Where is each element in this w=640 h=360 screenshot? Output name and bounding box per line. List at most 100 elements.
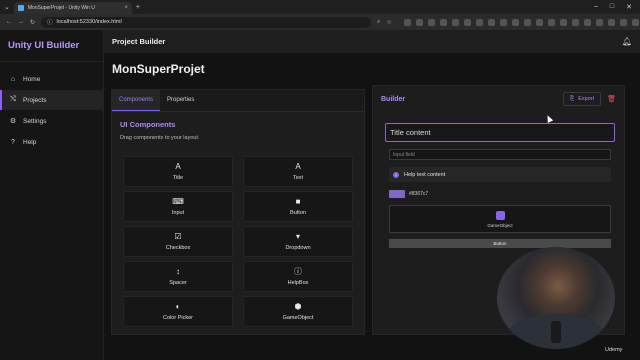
extension-icon[interactable] bbox=[415, 18, 423, 26]
preview-color-picker[interactable]: #8367c7 bbox=[389, 189, 611, 199]
extensions-bar bbox=[403, 18, 640, 26]
site-info-icon[interactable]: ⓘ bbox=[47, 18, 53, 26]
component-label: Title bbox=[172, 174, 184, 181]
projects-icon: ⤭ bbox=[10, 96, 16, 103]
trash-icon[interactable]: 🗑︎ bbox=[607, 95, 616, 103]
back-icon[interactable]: ← bbox=[6, 19, 12, 25]
extension-icon[interactable] bbox=[487, 18, 495, 26]
sidebar-item-settings[interactable]: ⚙ Settings bbox=[0, 111, 103, 131]
title-icon: A bbox=[175, 161, 181, 171]
browser-menu-icon[interactable]: ⌄ bbox=[4, 3, 10, 11]
cube-icon bbox=[495, 210, 505, 220]
minimize-icon[interactable]: – bbox=[594, 3, 598, 11]
component-button[interactable]: ■ Button bbox=[243, 191, 353, 222]
button-icon: ■ bbox=[295, 196, 301, 206]
address-bar[interactable]: ⓘ localhost:52330/index.html bbox=[41, 16, 372, 28]
spacer-icon: ↕ bbox=[176, 266, 180, 276]
reload-icon[interactable]: ↻ bbox=[30, 19, 35, 26]
close-window-icon[interactable]: ✕ bbox=[626, 3, 632, 11]
preview-title[interactable]: Title content bbox=[385, 123, 615, 142]
bell-icon[interactable]: 🔔︎ bbox=[622, 37, 632, 46]
builder-header: Builder ⎘ Export 🗑︎ bbox=[373, 86, 624, 112]
tab-title: MonSuperProjet - Unity Win U bbox=[27, 5, 95, 11]
extension-icon[interactable] bbox=[427, 18, 435, 26]
cube-icon: ⬢ bbox=[294, 301, 302, 311]
extension-icon[interactable] bbox=[607, 18, 615, 26]
new-tab-icon[interactable]: + bbox=[136, 4, 140, 11]
extension-icon[interactable] bbox=[595, 18, 603, 26]
extension-icon[interactable] bbox=[463, 18, 471, 26]
sidebar-item-label: Home bbox=[23, 75, 41, 83]
component-label: Checkbox bbox=[165, 244, 191, 251]
color-hex: #8367c7 bbox=[409, 191, 429, 197]
component-label: Button bbox=[290, 209, 306, 216]
component-spacer[interactable]: ↕ Spacer bbox=[123, 261, 233, 292]
component-text[interactable]: A Text bbox=[243, 156, 353, 187]
components-panel: Components Properties UI Components Drag… bbox=[111, 89, 365, 335]
top-bar: Project Builder 🔔︎ bbox=[104, 30, 640, 53]
tab-components[interactable]: Components bbox=[112, 89, 161, 111]
component-label: Spacer bbox=[169, 279, 187, 286]
component-helpbox[interactable]: ⓘ HelpBox bbox=[243, 261, 353, 292]
preview-gameobject[interactable]: GameObject bbox=[389, 205, 611, 233]
extension-icon[interactable] bbox=[619, 18, 627, 26]
extension-icon[interactable] bbox=[559, 18, 567, 26]
component-gameobject[interactable]: ⬢ GameObject bbox=[243, 296, 353, 327]
extension-icon[interactable] bbox=[523, 18, 531, 26]
component-label: GameObject bbox=[282, 314, 314, 321]
sidebar-item-label: Help bbox=[23, 138, 37, 146]
preview-helpbox[interactable]: i Help text content bbox=[389, 167, 611, 182]
preview-input-field[interactable]: Input field bbox=[389, 149, 611, 160]
extension-icon[interactable] bbox=[403, 18, 411, 26]
component-label: HelpBox bbox=[287, 279, 309, 286]
component-label: Input bbox=[171, 209, 185, 216]
components-heading: UI Components bbox=[120, 120, 176, 129]
browser-tab[interactable]: MonSuperProjet - Unity Win U × bbox=[13, 2, 132, 14]
extension-icon[interactable] bbox=[631, 18, 639, 26]
webcam-overlay bbox=[497, 247, 615, 349]
sidebar-item-home[interactable]: ⌂ Home bbox=[0, 69, 103, 89]
extension-icon[interactable] bbox=[451, 18, 459, 26]
app-brand: Unity UI Builder bbox=[0, 30, 103, 62]
component-color-picker[interactable]: ◐ Color Picker bbox=[123, 296, 233, 327]
component-title[interactable]: A Title bbox=[123, 156, 233, 187]
preview-button[interactable]: Button bbox=[389, 239, 611, 248]
microphone-icon bbox=[551, 321, 561, 343]
sidebar-item-projects[interactable]: ⤭ Projects bbox=[0, 90, 103, 110]
component-dropdown[interactable]: ▾ Dropdown bbox=[243, 226, 353, 257]
gameobject-label: GameObject bbox=[487, 222, 513, 228]
export-label: Export bbox=[578, 96, 595, 102]
extension-icon[interactable] bbox=[571, 18, 579, 26]
project-title: MonSuperProjet bbox=[112, 62, 205, 76]
extension-icon[interactable] bbox=[475, 18, 483, 26]
udemy-watermark: Udemy bbox=[605, 347, 623, 353]
components-grid: A Title A Text ⌨ Input ■ Button ☑ Checkb… bbox=[123, 156, 355, 327]
component-label: Text bbox=[292, 174, 304, 181]
extension-icon[interactable] bbox=[547, 18, 555, 26]
bookmark-star-icon[interactable]: ☆ bbox=[386, 19, 391, 26]
extension-icon[interactable] bbox=[535, 18, 543, 26]
component-label: Dropdown bbox=[285, 244, 311, 251]
forward-icon[interactable]: → bbox=[18, 19, 24, 25]
tab-properties[interactable]: Properties bbox=[160, 89, 201, 111]
gear-icon: ⚙ bbox=[9, 118, 17, 125]
close-tab-icon[interactable]: × bbox=[124, 5, 128, 11]
builder-canvas[interactable]: Title content Input field i Help text co… bbox=[385, 123, 615, 248]
export-button[interactable]: ⎘ Export bbox=[562, 92, 602, 106]
extension-icon[interactable] bbox=[583, 18, 591, 26]
favicon-icon bbox=[17, 5, 24, 11]
sidebar-item-help[interactable]: ? Help bbox=[0, 132, 103, 152]
zoom-icon[interactable]: ⌕ bbox=[377, 19, 380, 26]
maximize-icon[interactable]: □ bbox=[610, 3, 614, 11]
extension-icon[interactable] bbox=[439, 18, 447, 26]
help-icon: ? bbox=[11, 138, 15, 146]
component-input[interactable]: ⌨ Input bbox=[123, 191, 233, 222]
component-checkbox[interactable]: ☑ Checkbox bbox=[123, 226, 233, 257]
export-icon: ⎘ bbox=[569, 95, 575, 102]
extension-icon[interactable] bbox=[511, 18, 519, 26]
url-text: localhost:52330/index.html bbox=[56, 19, 122, 25]
home-icon: ⌂ bbox=[10, 75, 16, 83]
browser-tab-strip: ⌄ MonSuperProjet - Unity Win U × + – □ ✕ bbox=[0, 0, 640, 14]
color-swatch[interactable] bbox=[389, 190, 405, 198]
extension-icon[interactable] bbox=[499, 18, 507, 26]
